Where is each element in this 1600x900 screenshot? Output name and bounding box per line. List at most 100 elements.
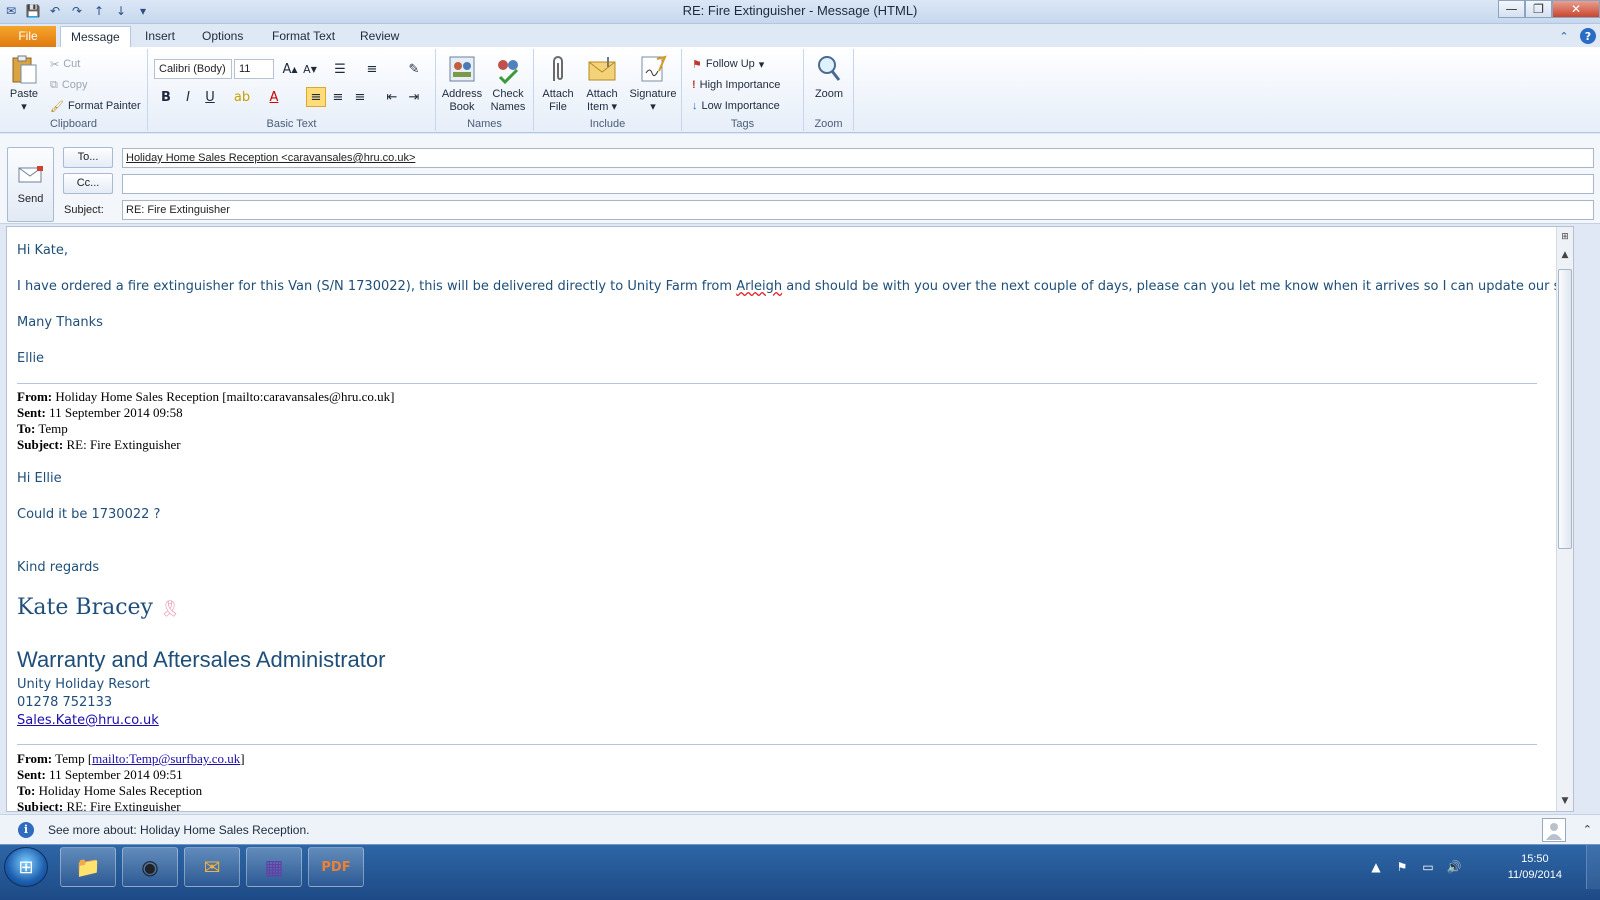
send-button[interactable]: Send [7, 147, 54, 222]
cc-field[interactable] [122, 174, 1594, 194]
quote-separator-2 [17, 744, 1537, 745]
highlight-icon[interactable]: ab [232, 87, 252, 107]
scroll-thumb[interactable] [1558, 269, 1572, 549]
minimize-button[interactable]: — [1498, 0, 1525, 18]
vertical-scrollbar[interactable]: ⊞ ▲ ▼ [1556, 227, 1573, 811]
attach-file-button[interactable]: Attach File [538, 53, 578, 114]
cut-button[interactable]: ✂ Cut [50, 55, 80, 73]
address-book-button[interactable]: Address Book [440, 53, 484, 114]
check-names-button[interactable]: Check Names [486, 53, 530, 114]
person-icon [1546, 823, 1562, 840]
network-icon[interactable]: ▭ [1418, 857, 1438, 877]
quote2-mailto-link[interactable]: mailto:Temp@surfbay.co.uk [92, 751, 240, 766]
chrome-taskbar-button[interactable]: ◉ [122, 847, 178, 887]
align-right-icon[interactable]: ≡ [350, 87, 370, 107]
people-pane-text[interactable]: See more about: Holiday Home Sales Recep… [48, 823, 309, 837]
tags-group: ⚑ Follow Up ▾ ! High Importance ↓ Low Import… [682, 49, 804, 131]
window-title: RE: Fire Extinguisher - Message (HTML) [682, 3, 918, 18]
copy-button[interactable]: ⧉ Copy [50, 76, 88, 94]
attach-item-dropdown-icon[interactable]: ▾ [611, 101, 617, 113]
tab-insert[interactable]: Insert [135, 26, 185, 47]
signature-name: Kate Bracey 🎗 [17, 595, 181, 620]
title-bar: ✉ 💾 ↶ ↷ ↑ ↓ ▾ RE: Fire Extinguisher - Me… [0, 0, 1600, 24]
help-icon[interactable]: ? [1580, 28, 1596, 44]
underline-icon[interactable]: U [200, 87, 220, 107]
attach-item-button[interactable]: Attach Item ▾ [580, 53, 624, 114]
follow-up-button[interactable]: ⚑ Follow Up ▾ [692, 55, 764, 73]
to-field[interactable]: Holiday Home Sales Reception <caravansal… [122, 148, 1594, 168]
shrink-font-icon[interactable]: A ▼ [300, 59, 320, 79]
brush-icon: 🖌 [50, 100, 64, 113]
ribbon-tabs: File Message Insert Options Format Text … [0, 24, 1600, 47]
scroll-down-icon[interactable]: ▼ [1557, 793, 1573, 809]
copy-icon: ⧉ [50, 78, 58, 91]
show-desktop-button[interactable] [1586, 845, 1600, 889]
volume-icon[interactable]: 🔊 [1444, 857, 1464, 877]
ruler-toggle-icon[interactable]: ⊞ [1557, 229, 1573, 245]
minimize-ribbon-icon[interactable]: ⌃ [1556, 28, 1572, 44]
numbering-icon[interactable]: ≡ [362, 59, 382, 79]
low-importance-button[interactable]: ↓ Low Importance [692, 97, 780, 115]
scissors-icon: ✂ [50, 58, 60, 71]
names-label: Names [467, 118, 502, 130]
decrease-indent-icon[interactable]: ⇤ [382, 87, 402, 107]
format-painter-button[interactable]: 🖌 Format Painter [50, 97, 141, 115]
paste-button[interactable]: Paste ▾ [4, 53, 44, 114]
paste-dropdown-icon[interactable]: ▾ [21, 101, 27, 113]
windows-logo-icon: ⊞ [18, 856, 34, 878]
calendar-app-taskbar-button[interactable]: ▦ [246, 847, 302, 887]
quote1-line: Could it be 1730022 ? [17, 507, 161, 522]
clock[interactable]: 15:50 11/09/2014 [1508, 851, 1562, 883]
signature-email-link[interactable]: Sales.Kate@hru.co.uk [17, 713, 159, 728]
bold-icon[interactable]: B [156, 87, 176, 107]
tab-review[interactable]: Review [350, 26, 409, 47]
quote2-from: From: Temp [mailto:Temp@surfbay.co.uk] [17, 751, 245, 766]
signature-dropdown-icon[interactable]: ▾ [650, 101, 656, 113]
signature-button[interactable]: Signature ▾ [626, 53, 680, 114]
clock-date: 11/09/2014 [1507, 869, 1562, 881]
clock-time: 15:50 [1521, 853, 1549, 865]
expand-people-pane-icon[interactable]: ⌃ [1583, 823, 1592, 836]
font-size-select[interactable]: 11 [234, 59, 274, 79]
quote-separator-1 [17, 383, 1537, 384]
follow-up-dropdown-icon[interactable]: ▾ [759, 58, 765, 71]
explorer-taskbar-button[interactable]: 📁 [60, 847, 116, 887]
font-name-select[interactable]: Calibri (Body) [154, 59, 232, 79]
calendar-grid-icon: ▦ [264, 855, 284, 879]
increase-indent-icon[interactable]: ⇥ [404, 87, 424, 107]
zoom-button[interactable]: Zoom [808, 53, 850, 101]
high-importance-button[interactable]: ! High Importance [692, 76, 780, 94]
tab-message[interactable]: Message [60, 26, 131, 47]
scroll-up-icon[interactable]: ▲ [1557, 247, 1573, 263]
tab-format-text[interactable]: Format Text [262, 26, 345, 47]
pdf-icon: PDF [321, 859, 351, 875]
tab-file[interactable]: File [0, 26, 56, 47]
restore-button[interactable]: ❐ [1525, 0, 1552, 18]
grow-font-icon[interactable]: A ▲ [280, 59, 300, 79]
pdf-taskbar-button[interactable]: PDF [308, 847, 364, 887]
system-tray: ▲ ⚑ ▭ 🔊 [1360, 845, 1600, 889]
cc-button[interactable]: Cc... [63, 173, 113, 194]
to-button[interactable]: To... [63, 147, 113, 168]
font-color-icon[interactable]: A [264, 87, 284, 107]
show-hidden-icons[interactable]: ▲ [1366, 857, 1386, 877]
flag-icon: ⚑ [692, 58, 702, 71]
tab-options[interactable]: Options [192, 26, 253, 47]
bullets-icon[interactable]: ☰ [330, 59, 350, 79]
exclamation-icon: ! [692, 79, 696, 91]
tags-label: Tags [730, 118, 755, 130]
subject-field[interactable]: RE: Fire Extinguisher [122, 200, 1594, 220]
ribbon-icon: 🎗 [159, 599, 181, 618]
contact-avatar[interactable] [1542, 818, 1566, 842]
close-button[interactable]: ✕ [1552, 0, 1600, 18]
align-left-icon[interactable]: ≡ [306, 87, 326, 107]
outlook-taskbar-button[interactable]: ✉ [184, 847, 240, 887]
action-center-flag-icon[interactable]: ⚑ [1392, 857, 1412, 877]
include-label: Include [589, 118, 626, 130]
italic-icon[interactable]: I [178, 87, 198, 107]
address-book-icon [449, 56, 475, 82]
start-button[interactable]: ⊞ [4, 847, 48, 887]
message-body[interactable]: Hi Kate, I have ordered a fire extinguis… [6, 226, 1574, 812]
align-center-icon[interactable]: ≡ [328, 87, 348, 107]
clear-formatting-icon[interactable]: ✎ [404, 59, 424, 79]
